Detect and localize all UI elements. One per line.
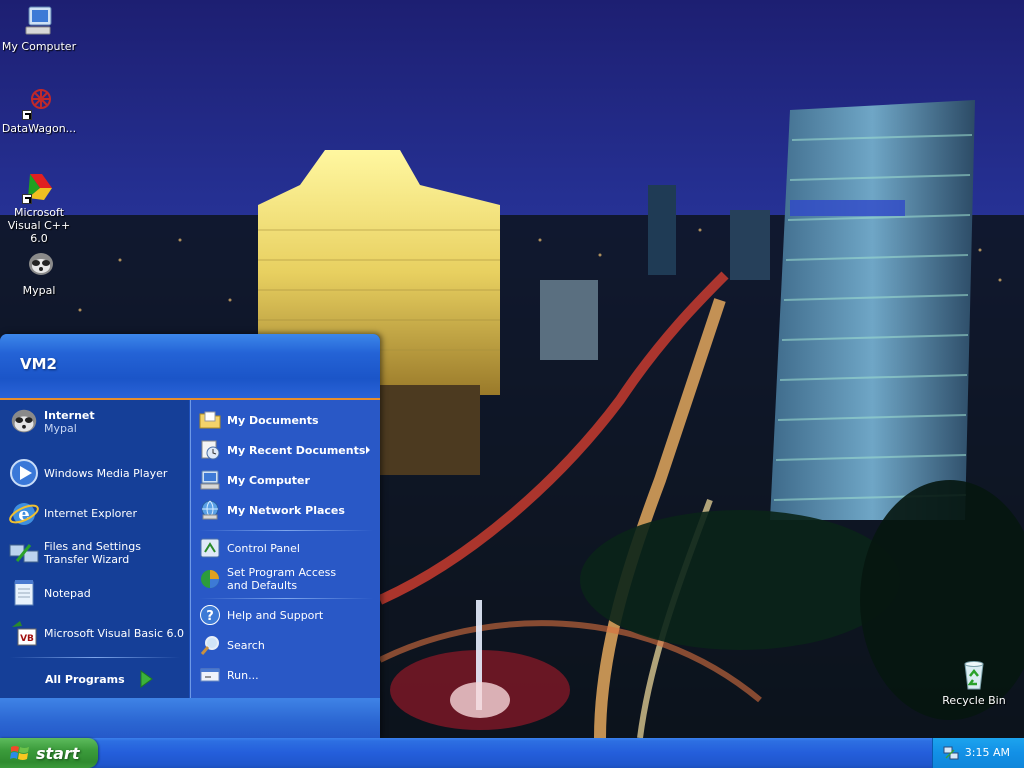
desktop-icon-datawagon[interactable]: DataWagon...	[0, 86, 78, 135]
internet-explorer-icon: e	[8, 497, 40, 529]
my-computer-icon	[199, 469, 221, 491]
program-label: Windows Media Player	[44, 466, 168, 480]
transfer-wizard-icon	[8, 537, 40, 569]
program-internet-explorer[interactable]: e Internet Explorer	[8, 497, 137, 529]
program-label: Internet Explorer	[44, 506, 137, 520]
program-notepad[interactable]: Notepad	[8, 577, 91, 609]
place-run[interactable]: Run...	[199, 664, 259, 686]
place-my-documents[interactable]: My Documents	[199, 409, 319, 431]
desktop-icon-visual-cpp[interactable]: Microsoft Visual C++ 6.0	[0, 170, 78, 245]
program-windows-media-player[interactable]: Windows Media Player	[8, 457, 167, 489]
place-label: Set Program Access and Defaults	[227, 566, 337, 592]
datawagon-icon	[22, 86, 56, 120]
pinned-title: Internet	[44, 409, 95, 422]
documents-folder-icon	[199, 409, 221, 431]
run-icon	[199, 664, 221, 686]
clock[interactable]: 3:15 AM	[965, 746, 1010, 759]
start-menu-programs-panel: Internet Mypal Windows Media Player e In…	[0, 400, 189, 698]
start-menu-footer	[0, 698, 380, 738]
svg-text:VB: VB	[20, 634, 34, 644]
place-program-access-defaults[interactable]: Set Program Access and Defaults	[199, 566, 369, 592]
recent-documents-icon	[199, 439, 221, 461]
pinned-internet[interactable]: Internet Mypal	[8, 406, 95, 438]
program-access-icon	[199, 568, 221, 590]
pinned-subtitle: Mypal	[44, 422, 77, 435]
start-menu: VM2 Internet Mypal Windows Media Player …	[0, 334, 380, 738]
green-arrow-icon	[139, 670, 153, 688]
visual-cpp-icon	[22, 170, 56, 204]
system-tray: 3:15 AM	[932, 738, 1024, 768]
place-control-panel[interactable]: Control Panel	[199, 537, 300, 559]
network-places-icon	[199, 499, 221, 521]
start-menu-places-panel: My Documents My Recent Documents My Comp…	[190, 400, 380, 698]
program-label: Files and Settings Transfer Wizard	[44, 540, 141, 566]
network-tray-icon[interactable]	[943, 745, 959, 761]
place-label: Search	[227, 638, 265, 652]
place-label: Control Panel	[227, 541, 300, 555]
program-label: Notepad	[44, 586, 91, 600]
taskbar: start 3:15 AM	[0, 738, 1024, 768]
all-programs-button[interactable]: All Programs	[45, 670, 159, 688]
place-label: My Computer	[227, 473, 310, 487]
place-label: Run...	[227, 668, 259, 682]
place-my-computer[interactable]: My Computer	[199, 469, 310, 491]
help-icon: ?	[199, 604, 221, 626]
media-player-icon	[8, 457, 40, 489]
desktop-icon-label: My Computer	[1, 40, 77, 53]
place-my-recent-documents[interactable]: My Recent Documents	[199, 439, 373, 461]
recycle-bin-icon	[957, 658, 991, 692]
menu-separator	[199, 530, 373, 531]
desktop-icon-label: Microsoft Visual C++ 6.0	[7, 206, 71, 245]
desktop-icon-label: DataWagon...	[1, 122, 77, 135]
desktop-icon-recycle-bin[interactable]: Recycle Bin	[935, 658, 1013, 707]
start-menu-header: VM2	[0, 334, 380, 400]
menu-separator	[199, 598, 373, 599]
control-panel-icon	[199, 537, 221, 559]
place-label: Help and Support	[227, 608, 324, 622]
place-help-support[interactable]: ? Help and Support	[199, 604, 323, 626]
start-button[interactable]: start	[0, 738, 98, 768]
visual-basic-icon: VB	[8, 617, 40, 649]
place-my-network-places[interactable]: My Network Places	[199, 499, 345, 521]
notepad-icon	[8, 577, 40, 609]
menu-separator	[10, 657, 180, 658]
mypal-icon	[8, 406, 40, 438]
program-label: Microsoft Visual Basic 6.0	[44, 626, 185, 640]
shortcut-arrow-icon	[22, 194, 32, 204]
windows-logo-icon	[10, 744, 30, 762]
submenu-arrow-icon	[366, 446, 370, 454]
place-label: My Network Places	[227, 503, 345, 517]
search-icon	[199, 634, 221, 656]
desktop-icon-label: Mypal	[22, 284, 56, 297]
desktop-icon-mypal[interactable]: Mypal	[0, 248, 78, 297]
desktop-icon-label: Recycle Bin	[942, 694, 1006, 707]
svg-text:?: ?	[206, 609, 214, 624]
start-label: start	[36, 743, 80, 763]
my-computer-icon	[22, 4, 56, 38]
shortcut-arrow-icon	[22, 110, 32, 120]
desktop-icon-my-computer[interactable]: My Computer	[0, 4, 78, 53]
place-search[interactable]: Search	[199, 634, 265, 656]
program-visual-basic[interactable]: VB Microsoft Visual Basic 6.0	[8, 617, 184, 649]
start-menu-body: Internet Mypal Windows Media Player e In…	[0, 400, 380, 698]
mypal-icon	[22, 248, 56, 282]
user-name: VM2	[20, 355, 57, 373]
place-label: My Recent Documents	[227, 443, 366, 457]
place-label: My Documents	[227, 413, 319, 427]
program-files-settings-transfer[interactable]: Files and Settings Transfer Wizard	[8, 537, 180, 569]
all-programs-label: All Programs	[45, 672, 125, 686]
